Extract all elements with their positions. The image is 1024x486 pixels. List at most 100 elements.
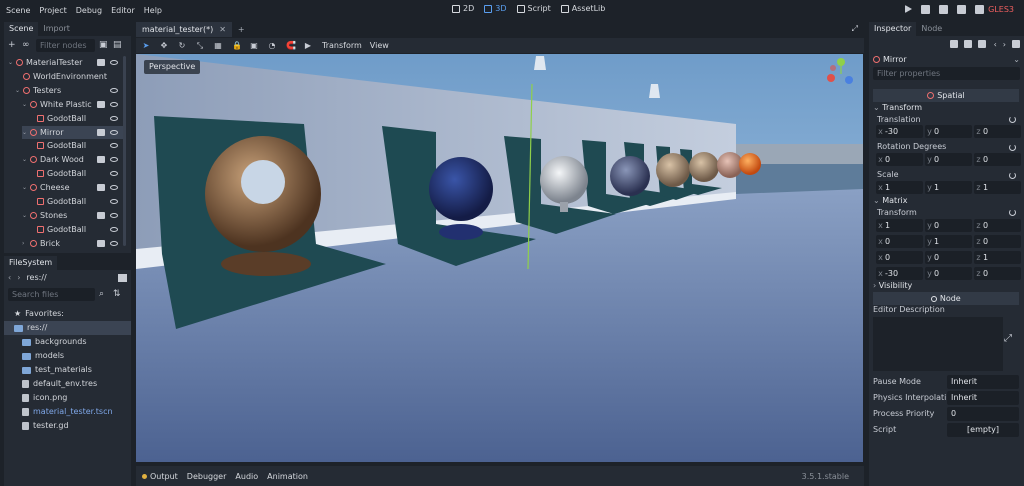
folder-item[interactable]: models <box>4 349 131 363</box>
close-icon[interactable]: ✕ <box>219 22 226 37</box>
folder-item[interactable]: res:// <box>4 321 131 335</box>
history-forward-icon[interactable]: › <box>1003 40 1006 49</box>
add-tab-icon[interactable]: + <box>232 22 251 37</box>
matrix-field[interactable]: z1 <box>974 251 1021 264</box>
transform-group[interactable]: ⌄ Transform <box>873 102 1019 114</box>
tree-item[interactable]: ⌄ Mirror <box>22 125 123 139</box>
editor-description-field[interactable] <box>873 317 1003 371</box>
file-item[interactable]: icon.png <box>4 391 131 405</box>
visibility-eye-icon[interactable] <box>110 87 118 93</box>
chevron-right-icon[interactable]: › <box>22 237 28 250</box>
expand-icon[interactable]: ⤢ <box>1004 333 1012 344</box>
script-icon[interactable] <box>97 239 105 247</box>
list-select-icon[interactable]: ▦ <box>214 41 222 50</box>
reset-icon[interactable] <box>1009 172 1016 179</box>
chevron-down-icon[interactable]: ⌄ <box>8 56 14 69</box>
reset-icon[interactable] <box>1009 209 1016 216</box>
script-icon[interactable] <box>97 59 105 66</box>
matrix-field[interactable]: y0 <box>925 251 972 264</box>
tab-import[interactable]: Import <box>38 22 75 36</box>
visibility-eye-icon[interactable] <box>110 101 118 107</box>
search-icon[interactable]: ⌕ <box>99 289 108 299</box>
tree-item[interactable]: GodotBall <box>29 167 123 180</box>
stop-icon[interactable] <box>939 5 948 14</box>
add-node-icon[interactable]: + <box>8 40 17 50</box>
matrix-field[interactable]: x0 <box>876 235 923 248</box>
filter-properties-input[interactable]: Filter properties <box>873 67 1020 80</box>
link-icon[interactable]: ∞ <box>22 40 31 50</box>
script-icon[interactable] <box>97 100 105 108</box>
transform-menu[interactable]: Transform <box>322 41 362 50</box>
menu-scene[interactable]: Scene <box>6 6 30 15</box>
script-icon[interactable] <box>97 128 105 136</box>
chevron-down-icon[interactable]: ⌄ <box>22 181 28 194</box>
filter-nodes-input[interactable]: Filter nodes <box>36 38 95 52</box>
perspective-menu[interactable]: Perspective <box>144 60 201 74</box>
history-icon[interactable] <box>1012 40 1020 48</box>
visibility-eye-icon[interactable] <box>110 226 118 232</box>
matrix-field[interactable]: z0 <box>974 219 1021 232</box>
fullscreen-icon[interactable]: ⤢ <box>852 24 858 34</box>
matrix-field[interactable]: x -30 <box>876 267 923 280</box>
scale-x-field[interactable]: x1 <box>876 181 923 194</box>
reset-icon[interactable] <box>1009 116 1016 123</box>
camera-icon[interactable]: ▶ <box>304 41 312 50</box>
folder-item[interactable]: backgrounds <box>4 335 131 349</box>
tree-item[interactable]: ⌄ Dark Wood <box>22 153 123 166</box>
renderer-label[interactable]: GLES3 <box>988 5 1014 14</box>
reset-icon[interactable] <box>1009 144 1016 151</box>
path-field[interactable]: res:// <box>26 273 118 282</box>
tab-scene[interactable]: Scene <box>4 22 39 36</box>
tree-item[interactable]: GodotBall <box>29 139 123 152</box>
script-row[interactable]: Script [empty] <box>873 423 1019 437</box>
tree-item[interactable]: GodotBall <box>29 223 123 236</box>
translation-z-field[interactable]: z0 <box>974 125 1021 138</box>
tree-item[interactable]: GodotBall <box>29 112 123 125</box>
process-priority-row[interactable]: Process Priority 0 <box>873 407 1019 421</box>
tree-item[interactable]: ⌄ MaterialTester <box>8 56 123 69</box>
chevron-down-icon[interactable]: ⌄ <box>22 153 28 166</box>
view-menu[interactable]: View <box>370 41 389 50</box>
visibility-eye-icon[interactable] <box>110 60 118 65</box>
pause-mode-row[interactable]: Pause Mode Inherit <box>873 375 1019 389</box>
tree-item[interactable]: ⌄ White Plastic <box>22 98 123 111</box>
chevron-down-icon[interactable]: ⌄ <box>22 209 28 222</box>
audio-tab[interactable]: Audio <box>235 472 258 481</box>
translation-x-field[interactable]: x -30 <box>876 125 923 138</box>
3d-viewport[interactable] <box>136 54 863 462</box>
visibility-eye-icon[interactable] <box>110 212 118 218</box>
pause-icon[interactable] <box>921 5 930 14</box>
matrix-field[interactable]: z0 <box>974 267 1021 280</box>
spatial-section[interactable]: Spatial <box>873 89 1019 102</box>
scene-options-icon[interactable]: ▤ <box>113 40 122 50</box>
output-tab[interactable]: Output <box>142 472 178 481</box>
local-space-icon[interactable]: ◔ <box>268 41 276 50</box>
visibility-group[interactable]: › Visibility <box>873 280 1019 292</box>
tree-item[interactable]: ⌄ Stones <box>22 209 123 222</box>
new-resource-icon[interactable] <box>949 40 958 48</box>
tab-material-tester[interactable]: material_tester(*) ✕ <box>136 22 232 37</box>
rotate-mode-icon[interactable]: ↻ <box>178 41 186 50</box>
snap-icon[interactable]: 🧲 <box>286 41 296 50</box>
matrix-field[interactable]: x0 <box>876 251 923 264</box>
lock-icon[interactable]: 🔒 <box>232 41 242 50</box>
play-icon[interactable] <box>905 5 912 13</box>
move-mode-icon[interactable]: ✥ <box>160 41 168 50</box>
mode-3d[interactable]: 3D <box>484 4 507 13</box>
chevron-down-icon[interactable]: ⌄ <box>22 126 28 139</box>
back-icon[interactable]: ‹ <box>8 273 11 282</box>
play-custom-icon[interactable] <box>975 5 984 14</box>
scale-z-field[interactable]: z1 <box>974 181 1021 194</box>
menu-project[interactable]: Project <box>39 6 66 15</box>
script-icon[interactable] <box>97 211 105 219</box>
translation-y-field[interactable]: y0 <box>925 125 972 138</box>
attach-script-icon[interactable]: ▣ <box>99 40 108 50</box>
rotation-z-field[interactable]: z0 <box>974 153 1021 166</box>
save-resource-icon[interactable] <box>977 40 986 48</box>
tree-item[interactable]: ⌄ Cheese <box>22 181 123 194</box>
play-scene-icon[interactable] <box>957 5 966 14</box>
visibility-eye-icon[interactable] <box>110 115 118 121</box>
file-item[interactable]: material_tester.tscn <box>4 405 131 419</box>
load-resource-icon[interactable] <box>963 40 972 48</box>
select-mode-icon[interactable]: ➤ <box>142 41 150 50</box>
